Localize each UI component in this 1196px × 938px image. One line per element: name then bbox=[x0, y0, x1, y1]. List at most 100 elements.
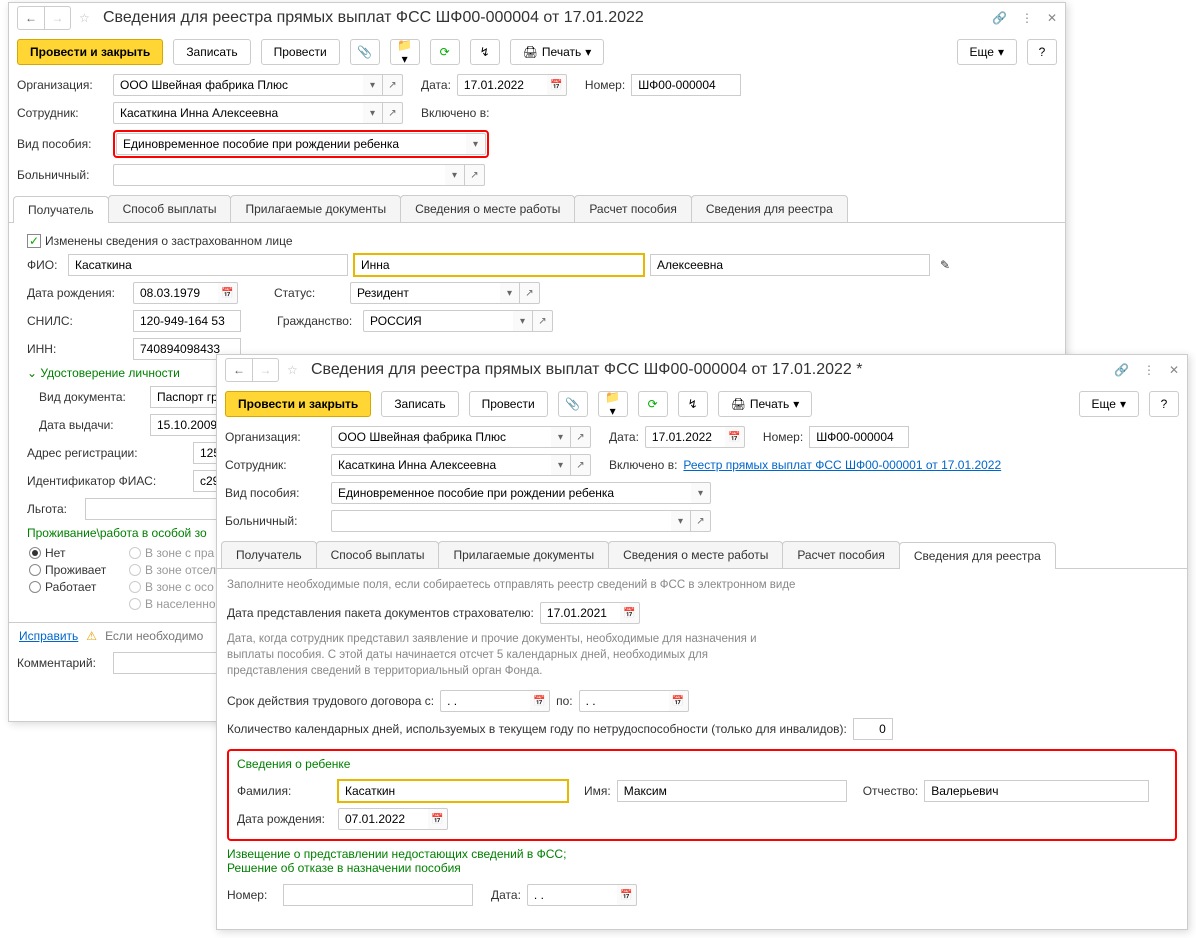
star-icon[interactable]: ☆ bbox=[79, 11, 97, 25]
open-icon[interactable]: ↗ bbox=[533, 310, 553, 332]
tab-recipient[interactable]: Получатель bbox=[13, 196, 109, 223]
tab-registry[interactable]: Сведения для реестра bbox=[691, 195, 848, 222]
dropdown-icon[interactable]: ▾ bbox=[513, 310, 533, 332]
child-birth-input[interactable] bbox=[338, 808, 428, 830]
emp-input-2[interactable] bbox=[331, 454, 551, 476]
radio-lives[interactable]: Проживает bbox=[29, 563, 129, 577]
child-patronymic-input[interactable] bbox=[924, 780, 1149, 802]
benefit2-input[interactable] bbox=[85, 498, 231, 520]
date-input-2[interactable] bbox=[645, 426, 725, 448]
fix-link[interactable]: Исправить bbox=[19, 629, 78, 643]
dropdown-icon[interactable]: ▾ bbox=[445, 164, 465, 186]
dropdown-icon[interactable]: ▾ bbox=[466, 133, 486, 155]
calendar-icon[interactable]: 📅 bbox=[428, 808, 448, 830]
pkg-date-input[interactable] bbox=[540, 602, 620, 624]
open-icon[interactable]: ↗ bbox=[520, 282, 540, 304]
more-button[interactable]: Еще ▾ bbox=[957, 39, 1017, 65]
attach-icon-2[interactable]: 📎 bbox=[558, 391, 588, 417]
sick-input-2[interactable] bbox=[331, 510, 671, 532]
calendar-icon[interactable]: 📅 bbox=[617, 884, 637, 906]
calendar-icon[interactable]: 📅 bbox=[669, 690, 689, 712]
tab-recipient-2[interactable]: Получатель bbox=[221, 541, 317, 568]
help-button-2[interactable]: ? bbox=[1149, 391, 1179, 417]
patronymic-input[interactable] bbox=[650, 254, 930, 276]
tab-payment[interactable]: Способ выплаты bbox=[108, 195, 232, 222]
more-button-2[interactable]: Еще ▾ bbox=[1079, 391, 1139, 417]
clear-icon-2[interactable]: ↯ bbox=[678, 391, 708, 417]
tab-docs[interactable]: Прилагаемые документы bbox=[230, 195, 401, 222]
included-link[interactable]: Реестр прямых выплат ФСС ШФ00-000001 от … bbox=[683, 458, 1001, 472]
radio-no[interactable]: Нет bbox=[29, 546, 129, 560]
org-input-2[interactable] bbox=[331, 426, 551, 448]
folder-icon-2[interactable]: 📁▾ bbox=[598, 391, 628, 417]
open-icon[interactable]: ↗ bbox=[465, 164, 485, 186]
save-button-2[interactable]: Записать bbox=[381, 391, 458, 417]
link-icon[interactable]: 🔗 bbox=[992, 11, 1007, 25]
link-icon-2[interactable]: 🔗 bbox=[1114, 363, 1129, 377]
org-input[interactable] bbox=[113, 74, 363, 96]
post-button-2[interactable]: Провести bbox=[469, 391, 548, 417]
sick-input[interactable] bbox=[113, 164, 445, 186]
calendar-icon[interactable]: 📅 bbox=[547, 74, 567, 96]
tab-calc[interactable]: Расчет пособия bbox=[574, 195, 692, 222]
date-input[interactable] bbox=[457, 74, 547, 96]
nav-fwd[interactable]: → bbox=[44, 7, 70, 29]
nav-back-2[interactable]: ← bbox=[226, 359, 252, 381]
more-v-icon-2[interactable]: ⋮ bbox=[1143, 363, 1155, 377]
tab-calc-2[interactable]: Расчет пособия bbox=[782, 541, 900, 568]
child-surname-input[interactable] bbox=[338, 780, 568, 802]
dropdown-icon[interactable]: ▾ bbox=[363, 102, 383, 124]
calendar-icon[interactable]: 📅 bbox=[530, 690, 550, 712]
calendar-icon[interactable]: 📅 bbox=[725, 426, 745, 448]
refresh-icon-2[interactable]: ⟳ bbox=[638, 391, 668, 417]
calendar-icon[interactable]: 📅 bbox=[218, 282, 238, 304]
open-icon[interactable]: ↗ bbox=[383, 102, 403, 124]
citizen-input[interactable] bbox=[363, 310, 513, 332]
folder-icon[interactable]: 📁▾ bbox=[390, 39, 420, 65]
benefit-input-2[interactable] bbox=[331, 482, 691, 504]
dropdown-icon[interactable]: ▾ bbox=[500, 282, 520, 304]
post-button[interactable]: Провести bbox=[261, 39, 340, 65]
radio-works[interactable]: Работает bbox=[29, 580, 129, 594]
tab-workplace[interactable]: Сведения о месте работы bbox=[400, 195, 575, 222]
num2-input[interactable] bbox=[283, 884, 473, 906]
dropdown-icon[interactable]: ▾ bbox=[363, 74, 383, 96]
post-close-button-2[interactable]: Провести и закрыть bbox=[225, 391, 371, 417]
close-icon-2[interactable]: ✕ bbox=[1169, 363, 1179, 377]
attach-icon[interactable]: 📎 bbox=[350, 39, 380, 65]
birth-input[interactable] bbox=[133, 282, 218, 304]
print-button[interactable]: 🖨 Печать ▾ bbox=[510, 39, 605, 65]
refresh-icon[interactable]: ⟳ bbox=[430, 39, 460, 65]
post-close-button[interactable]: Провести и закрыть bbox=[17, 39, 163, 65]
save-button[interactable]: Записать bbox=[173, 39, 250, 65]
nav-fwd-2[interactable]: → bbox=[252, 359, 278, 381]
more-v-icon[interactable]: ⋮ bbox=[1021, 11, 1033, 25]
status-input[interactable] bbox=[350, 282, 500, 304]
star-icon-2[interactable]: ☆ bbox=[287, 363, 305, 377]
nav-back[interactable]: ← bbox=[18, 7, 44, 29]
help-button[interactable]: ? bbox=[1027, 39, 1057, 65]
contract-from-input[interactable] bbox=[440, 690, 530, 712]
benefit-input[interactable] bbox=[116, 133, 466, 155]
calendar-icon[interactable]: 📅 bbox=[620, 602, 640, 624]
snils-input[interactable] bbox=[133, 310, 241, 332]
emp-input[interactable] bbox=[113, 102, 363, 124]
tab-registry-2[interactable]: Сведения для реестра bbox=[899, 542, 1056, 569]
contract-to-input[interactable] bbox=[579, 690, 669, 712]
tab-payment-2[interactable]: Способ выплаты bbox=[316, 541, 440, 568]
open-icon[interactable]: ↗ bbox=[383, 74, 403, 96]
comment-input[interactable] bbox=[113, 652, 218, 674]
name-input[interactable] bbox=[354, 254, 644, 276]
num-input-2[interactable] bbox=[809, 426, 909, 448]
tab-docs-2[interactable]: Прилагаемые документы bbox=[438, 541, 609, 568]
tab-workplace-2[interactable]: Сведения о месте работы bbox=[608, 541, 783, 568]
id-section-toggle[interactable]: ⌄ Удостоверение личности bbox=[27, 366, 180, 380]
days-input[interactable] bbox=[853, 718, 893, 740]
clear-icon[interactable]: ↯ bbox=[470, 39, 500, 65]
edit-icon[interactable]: ✎ bbox=[940, 258, 950, 272]
close-icon[interactable]: ✕ bbox=[1047, 11, 1057, 25]
child-name-input[interactable] bbox=[617, 780, 847, 802]
surname-input[interactable] bbox=[68, 254, 348, 276]
date2-input[interactable] bbox=[527, 884, 617, 906]
changed-checkbox[interactable]: ✓Изменены сведения о застрахованном лице bbox=[27, 234, 293, 248]
